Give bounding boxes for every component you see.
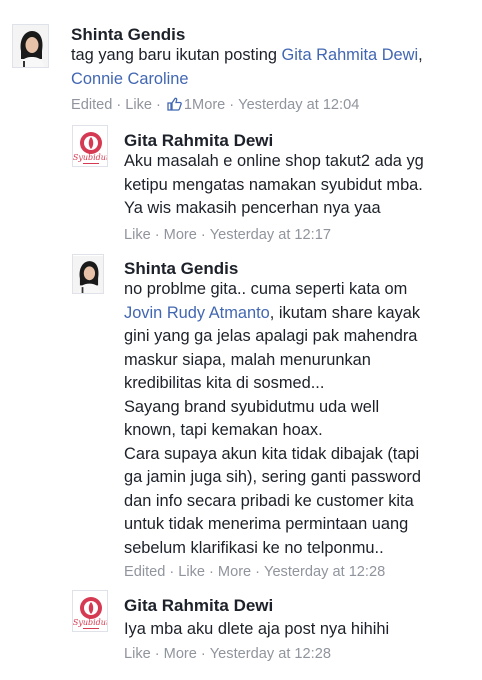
comment-line: Aku masalah e online shop takut2 ada yg: [124, 152, 424, 170]
timestamp[interactable]: Yesterday at 12:28: [210, 645, 331, 663]
comment-line: Sayang brand syubidutmu uda well: [124, 397, 380, 416]
comment-text-part: ,: [418, 46, 423, 64]
avatar-shinta[interactable]: [72, 254, 104, 294]
comment-meta: Like · More · Yesterday at 12:17: [124, 226, 331, 244]
comment-text: Aku masalah e online shop takut2 ada yg …: [124, 150, 424, 221]
like-link[interactable]: Like: [178, 563, 205, 581]
comment-author[interactable]: Shinta Gendis: [124, 259, 238, 279]
more-link[interactable]: More: [218, 563, 251, 581]
comment-text-part: , ikutam share kayak: [269, 303, 421, 322]
timestamp[interactable]: Yesterday at 12:04: [238, 96, 359, 114]
more-link[interactable]: More: [164, 226, 197, 244]
syubidut-logo-icon: Syubidut: [73, 591, 108, 631]
comment-line: ga jamin juga sih), sering ganti passwor…: [124, 468, 422, 486]
comment-line: sebelum klarifikasi ke no telponmu..: [124, 538, 384, 557]
comment-meta: Like · More · Yesterday at 12:28: [124, 645, 331, 663]
like-link[interactable]: Like: [124, 645, 151, 663]
comment-line: untuk tidak menerima permintaan uang: [124, 515, 409, 533]
comment-author[interactable]: Shinta Gendis: [71, 25, 185, 45]
avatar-shinta[interactable]: [12, 24, 49, 68]
comment-text: tag yang baru ikutan posting Gita Rahmit…: [71, 44, 423, 91]
thumbs-up-icon: [167, 97, 182, 111]
comment-line: Iya mba aku dlete aja post nya hihihi: [124, 620, 390, 638]
comment-meta: Edited · Like · 1More · Yesterday at 12:04: [71, 96, 360, 114]
comment-line: maskur siapa, malah menurunkan: [124, 350, 371, 369]
comment-text-part: tag yang baru ikutan posting: [71, 46, 282, 64]
edited-label[interactable]: Edited: [124, 563, 165, 581]
mention-link[interactable]: Gita Rahmita Dewi: [282, 46, 419, 64]
reaction-count[interactable]: 1: [165, 96, 192, 114]
comment-line: gini yang ga jelas apalagi pak mahendra: [124, 327, 418, 345]
comment-line: known, tapi kemakan hoax.: [124, 421, 323, 439]
comment-line: Cara supaya akun kita tidak dibajak (tap…: [124, 444, 420, 463]
comment-line: kredibilitas kita di sosmed...: [124, 374, 325, 392]
comment-author[interactable]: Gita Rahmita Dewi: [124, 131, 273, 151]
comment-text: no problme gita.. cuma seperti kata om J…: [124, 278, 421, 560]
more-link[interactable]: More: [192, 96, 225, 114]
edited-label[interactable]: Edited: [71, 96, 112, 114]
comment-meta: Edited · Like · More · Yesterday at 12:28: [124, 563, 386, 581]
comment-line: no problme gita.. cuma seperti kata om: [124, 280, 408, 298]
mention-link[interactable]: Connie Caroline: [71, 70, 189, 88]
more-link[interactable]: More: [164, 645, 197, 663]
avatar-gita[interactable]: Syubidut: [72, 590, 108, 632]
comment-line: dan info secara pribadi ke customer kita: [124, 491, 414, 510]
mention-link[interactable]: Jovin Rudy Atmanto: [124, 304, 270, 322]
comment-text: Iya mba aku dlete aja post nya hihihi: [124, 618, 389, 642]
timestamp[interactable]: Yesterday at 12:28: [264, 563, 385, 581]
comment-line: Ya wis makasih pencerhan nya yaa: [124, 199, 381, 217]
logo-text: Syubidut: [73, 153, 108, 162]
avatar-gita[interactable]: Syubidut: [72, 125, 108, 167]
avatar-photo-icon: [13, 25, 48, 67]
avatar-photo-icon: [73, 255, 103, 293]
like-link[interactable]: Like: [125, 96, 152, 114]
logo-text: Syubidut: [73, 618, 108, 627]
comment-line: ketipu mengatas namakan syubidut mba.: [124, 175, 423, 194]
timestamp[interactable]: Yesterday at 12:17: [210, 226, 331, 244]
syubidut-logo-icon: Syubidut: [73, 126, 108, 166]
comment-author[interactable]: Gita Rahmita Dewi: [124, 596, 273, 616]
reaction-count-value: 1: [183, 97, 193, 113]
like-link[interactable]: Like: [124, 226, 151, 244]
